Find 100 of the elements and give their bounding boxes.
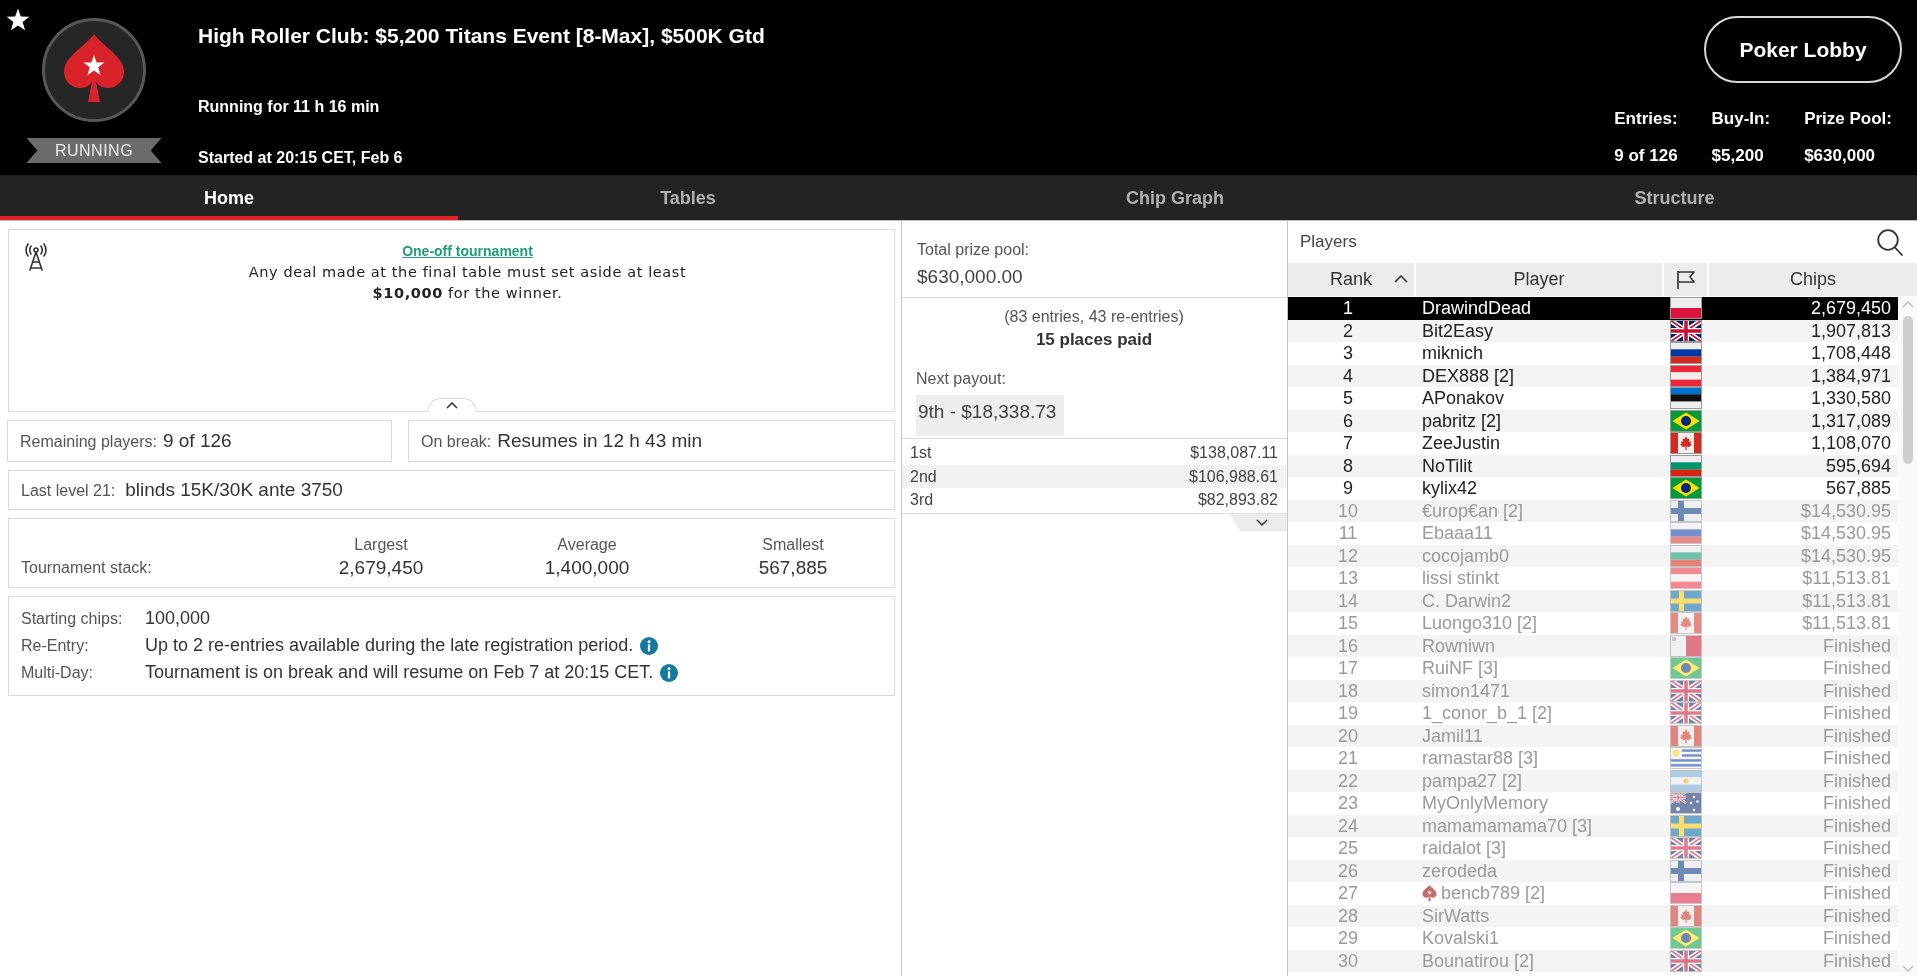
player-row[interactable]: 6 pabritz [2] 1,317,089 bbox=[1288, 409, 1898, 432]
collapse-tab[interactable] bbox=[426, 398, 477, 412]
detail-value: Tournament is on break and will resume on Feb 7 at 20:15 CET. bbox=[145, 662, 654, 683]
canada-flag-icon bbox=[1669, 432, 1702, 455]
rank-cell-text: 2 bbox=[1342, 319, 1354, 342]
poker-lobby-button[interactable]: Poker Lobby bbox=[1704, 16, 1902, 83]
player-name: SirWatts bbox=[1422, 904, 1490, 927]
player-row[interactable]: 1 DrawindDead 2,679,450 bbox=[1288, 297, 1898, 320]
stat-label: Entries: bbox=[1614, 108, 1678, 130]
brazil-flag-icon bbox=[1669, 409, 1702, 432]
united-kingdom-flag-icon bbox=[1669, 949, 1702, 972]
payout-amount: $138,087.11 bbox=[1190, 443, 1278, 463]
chips-cell-text: Finished bbox=[1821, 724, 1892, 747]
player-row[interactable]: 28 SirWatts Finished bbox=[1288, 904, 1898, 927]
chips-cell-text: 1,108,070 bbox=[1809, 432, 1892, 455]
player-name: zerodeda bbox=[1422, 859, 1498, 882]
canada-flag-icon bbox=[1669, 724, 1702, 747]
stat-value: 9 of 126 bbox=[1614, 145, 1678, 167]
estonia-flag-icon bbox=[1669, 387, 1702, 410]
player-row[interactable]: 16 Rowniwn Finished bbox=[1288, 634, 1898, 657]
info-icon[interactable] bbox=[640, 636, 659, 655]
spade-logo-icon bbox=[42, 18, 146, 122]
player-name: kylix42 bbox=[1422, 477, 1478, 500]
player-row[interactable]: 22 pampa27 [2] Finished bbox=[1288, 769, 1898, 792]
player-name: pampa27 [2] bbox=[1422, 769, 1523, 792]
player-name: Bit2Easy bbox=[1422, 319, 1494, 342]
chips-cell-text: $14,530.95 bbox=[1799, 522, 1892, 545]
info-icon[interactable] bbox=[660, 663, 679, 682]
player-row[interactable]: 18 simon1471 Finished bbox=[1288, 679, 1898, 702]
player-row[interactable]: 14 C. Darwin2 $11,513.81 bbox=[1288, 589, 1898, 612]
austria-flag-icon bbox=[1669, 364, 1702, 387]
poland-flag-icon bbox=[1669, 882, 1702, 905]
chips-cell-text: Finished bbox=[1821, 679, 1892, 702]
column-header[interactable]: Rank bbox=[1288, 263, 1414, 296]
detail-label: Starting chips: bbox=[21, 609, 124, 628]
rank-cell-text: 18 bbox=[1337, 679, 1359, 702]
chips-cell-text: Finished bbox=[1821, 949, 1892, 972]
chips-cell-text: 1,708,448 bbox=[1809, 342, 1892, 365]
player-name: Luongo310 [2] bbox=[1422, 612, 1538, 635]
scrollbar-thumb[interactable] bbox=[1902, 316, 1913, 464]
stack-heading: Smallest bbox=[762, 536, 824, 554]
stack-value: 2,679,450 bbox=[338, 557, 424, 579]
player-row[interactable]: 10 €urop€an [2] $14,530.95 bbox=[1288, 499, 1898, 522]
rank-cell-text: 30 bbox=[1337, 949, 1359, 972]
running-time: Running for 11 h 16 min bbox=[198, 97, 380, 117]
chips-cell-text: 1,317,089 bbox=[1809, 409, 1892, 432]
flag-outline-icon bbox=[1675, 269, 1696, 290]
next-payout-value: 9th - $18,338.73 bbox=[916, 395, 1065, 436]
player-name: Jamil11 bbox=[1422, 724, 1483, 747]
stat-value: $630,000 bbox=[1804, 145, 1877, 167]
tournament-type-link[interactable]: One-off tournament bbox=[402, 241, 533, 262]
tab[interactable]: Home bbox=[0, 175, 458, 220]
brazil-flag-icon bbox=[1669, 477, 1702, 500]
rank-cell-text: 9 bbox=[1342, 477, 1354, 500]
detail-label: Re-Entry: bbox=[21, 636, 90, 655]
notice-text: Any deal made at the final table must set aside at least $10,000 for the winner. bbox=[247, 263, 688, 303]
player-row[interactable]: 20 Jamil11 Finished bbox=[1288, 724, 1898, 747]
rank-cell-text: 13 bbox=[1337, 567, 1359, 590]
chevron-down-icon bbox=[1256, 519, 1268, 526]
rank-cell-text: 25 bbox=[1337, 837, 1359, 860]
rank-cell-text: 22 bbox=[1337, 769, 1359, 792]
tab[interactable]: Structure bbox=[1432, 175, 1917, 220]
player-name: bencb789 [2] bbox=[1441, 882, 1546, 905]
finland-flag-icon bbox=[1669, 499, 1702, 522]
status-ribbon: RUNNING bbox=[26, 138, 162, 163]
rank-cell-text: 1 bbox=[1342, 297, 1354, 320]
tab[interactable]: Tables bbox=[458, 175, 918, 220]
player-name: Rowniwn bbox=[1422, 634, 1496, 657]
player-row[interactable]: 24 mamamamama70 [3] Finished bbox=[1288, 814, 1898, 837]
player-name: APonakov bbox=[1422, 387, 1505, 410]
start-time: Started at 20:15 CET, Feb 6 bbox=[198, 148, 403, 168]
player-row[interactable]: 12 cocojamb0 $14,530.95 bbox=[1288, 544, 1898, 567]
chips-cell-text: Finished bbox=[1821, 634, 1892, 657]
bulgaria-flag-icon bbox=[1669, 454, 1702, 477]
player-name: Bounatirou [2] bbox=[1422, 949, 1535, 972]
tab[interactable]: Chip Graph bbox=[918, 175, 1432, 220]
rank-cell-text: 20 bbox=[1337, 724, 1359, 747]
player-row[interactable]: 4 DEX888 [2] 1,384,971 bbox=[1288, 364, 1898, 387]
player-row[interactable]: 2 Bit2Easy 1,907,813 bbox=[1288, 319, 1898, 342]
brazil-flag-icon bbox=[1669, 927, 1702, 950]
chips-cell-text: Finished bbox=[1821, 792, 1892, 815]
chips-cell-text: 1,907,813 bbox=[1809, 319, 1892, 342]
player-name: lissi stinkt bbox=[1422, 567, 1499, 590]
column-header[interactable]: Chips bbox=[1709, 263, 1917, 296]
player-row[interactable]: 26 zerodeda Finished bbox=[1288, 859, 1898, 882]
australia-flag-icon bbox=[1669, 792, 1702, 815]
column-header[interactable] bbox=[1664, 263, 1707, 296]
chips-cell-text: $11,513.81 bbox=[1801, 567, 1892, 590]
payout-amount: $82,893.82 bbox=[1197, 490, 1278, 510]
search-icon[interactable] bbox=[1877, 228, 1903, 256]
chips-cell-text: $11,513.81 bbox=[1801, 589, 1892, 612]
stack-value: 1,400,000 bbox=[544, 557, 630, 579]
rank-cell-text: 24 bbox=[1337, 814, 1359, 837]
stat-label: Prize Pool: bbox=[1804, 108, 1892, 130]
player-name: RuiNF [3] bbox=[1422, 657, 1499, 680]
player-row[interactable]: 8 NoTilit 595,694 bbox=[1288, 454, 1898, 477]
austria-flag-icon bbox=[1669, 567, 1702, 590]
player-row[interactable]: 30 Bounatirou [2] Finished bbox=[1288, 949, 1898, 972]
star-icon[interactable] bbox=[6, 8, 30, 32]
column-header[interactable]: Player bbox=[1416, 263, 1662, 296]
